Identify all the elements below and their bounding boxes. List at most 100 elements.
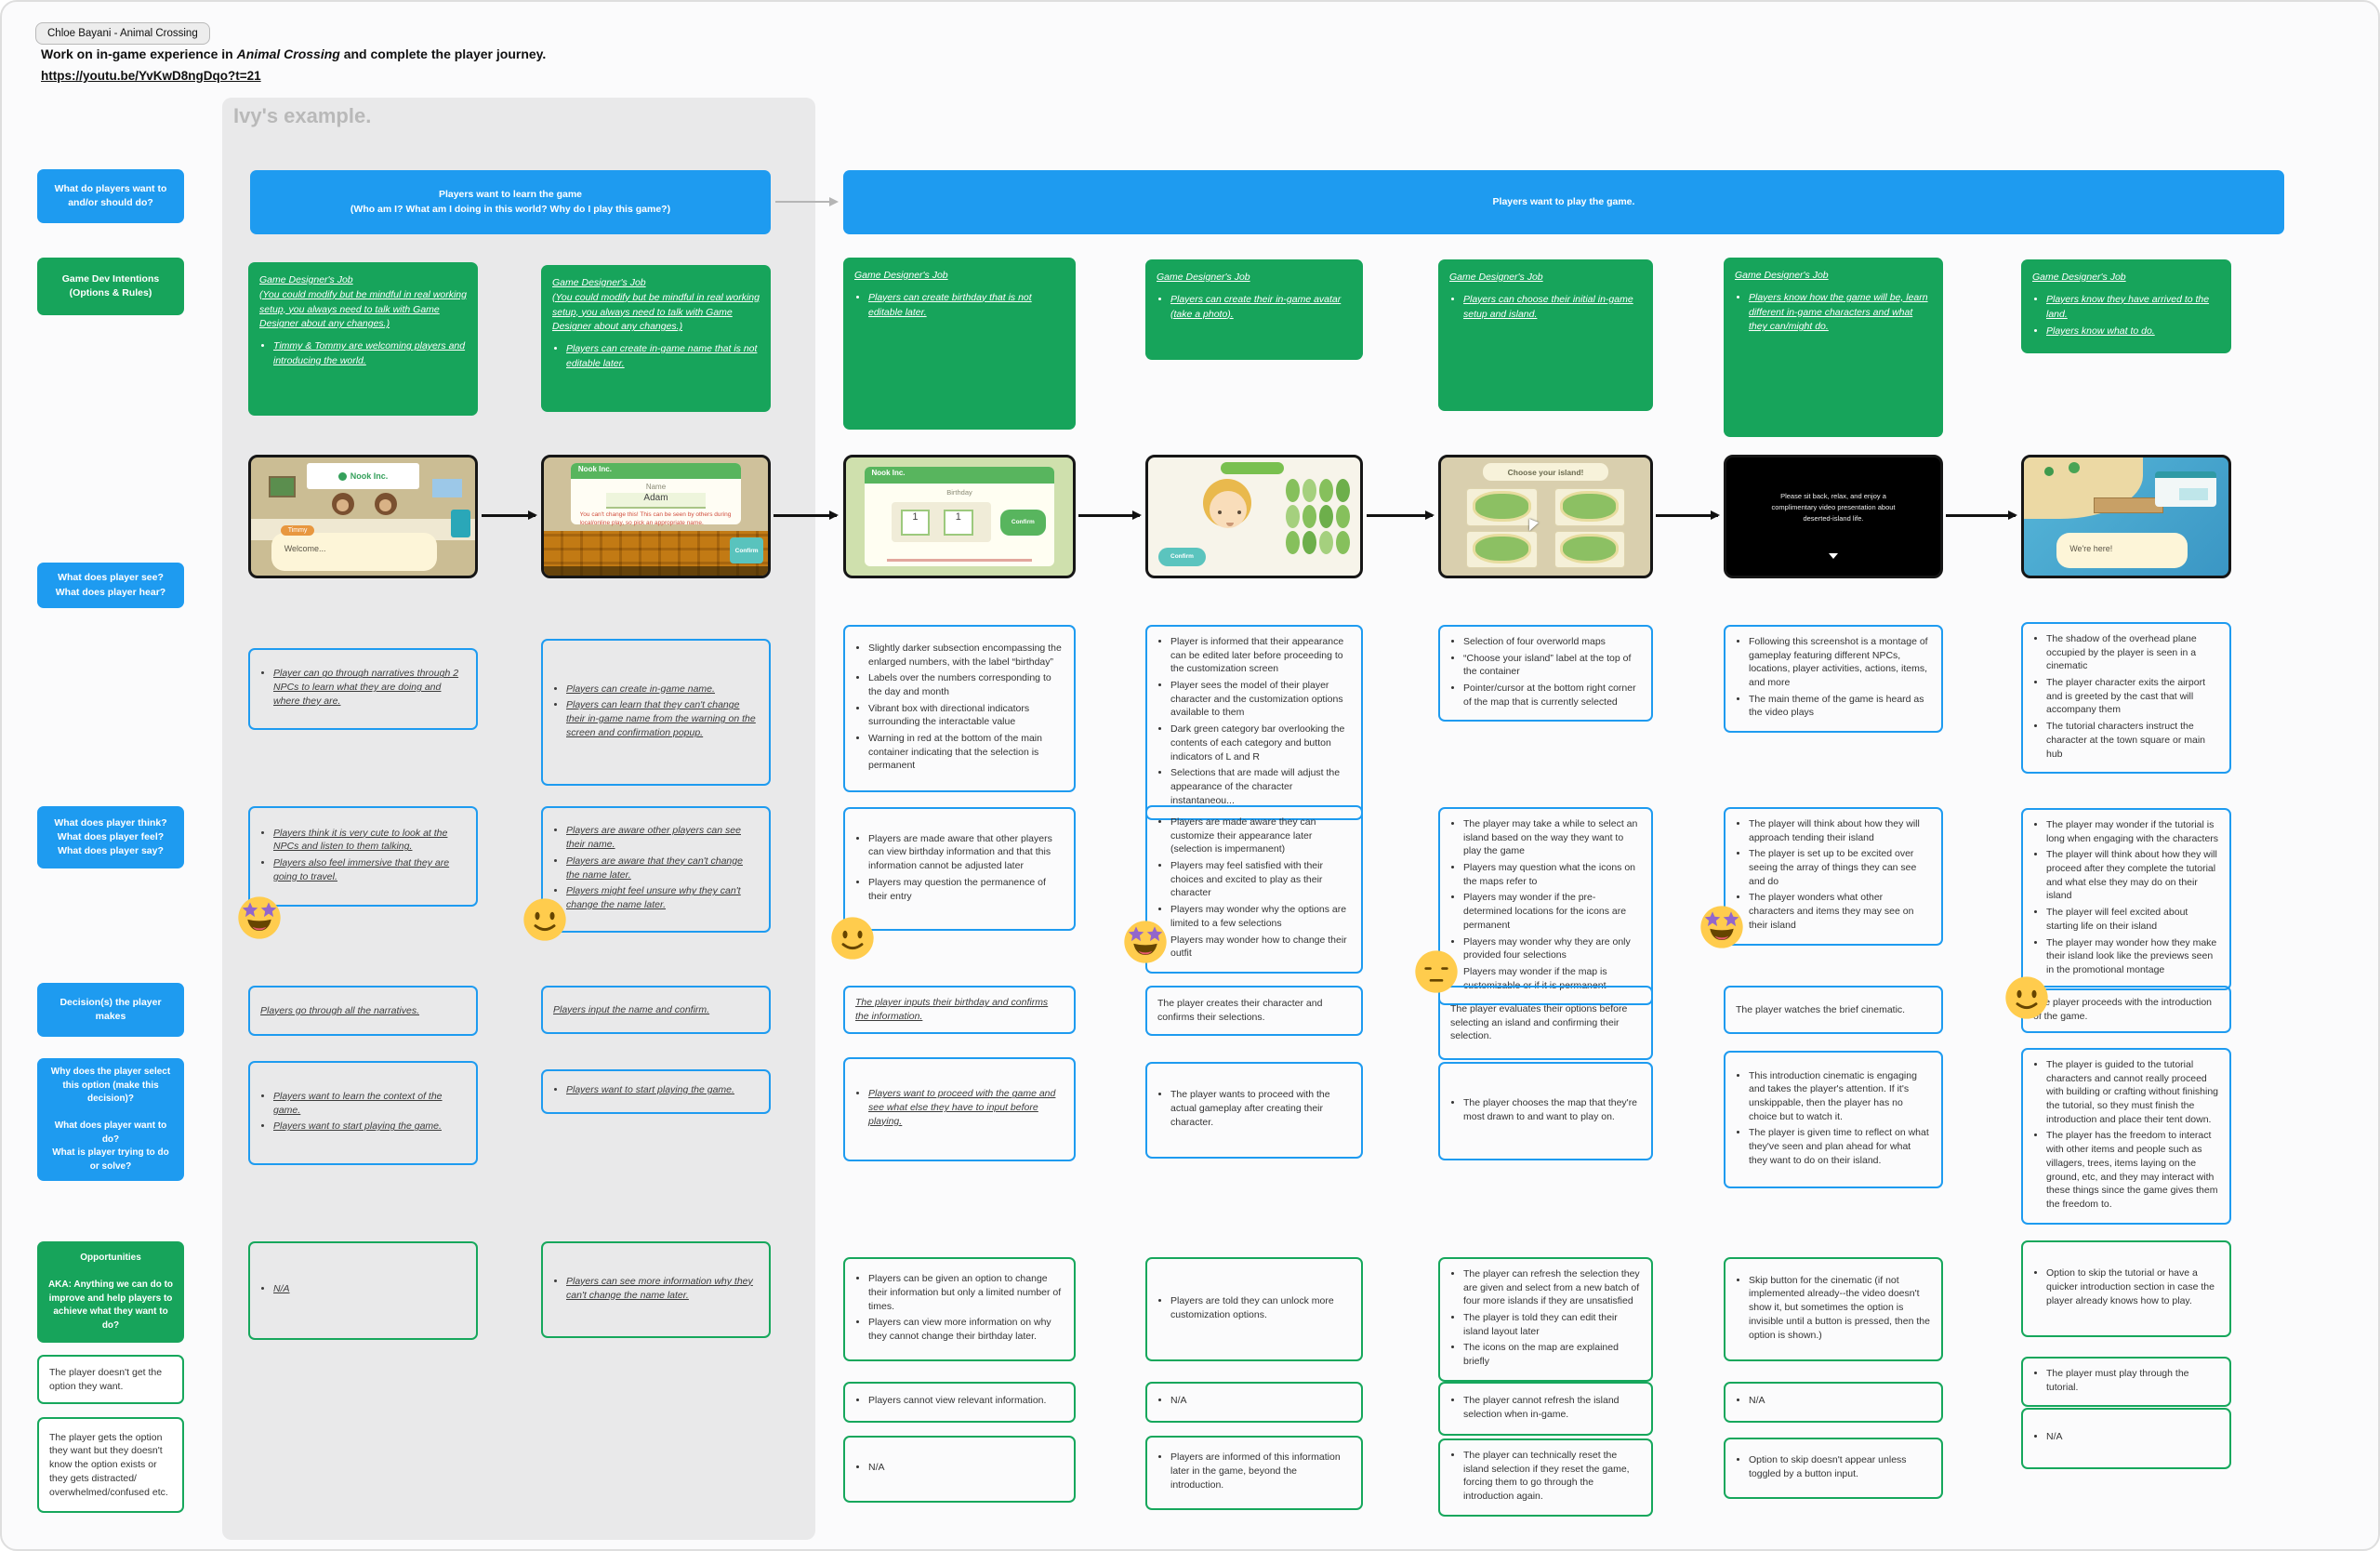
option-swatch-grid[interactable]	[1286, 479, 1349, 554]
confirm-key[interactable]: Confirm	[730, 537, 763, 563]
screenshot-cinematic[interactable]: Please sit back, relax, and enjoy a comp…	[1724, 455, 1943, 578]
designer-job-note[interactable]: Game Designer's Job Players can create t…	[1145, 259, 1363, 360]
speaker-name-tag: Timmy	[281, 525, 315, 536]
see-hear-note[interactable]: The shadow of the overhead plane occupie…	[2021, 622, 2231, 774]
think-feel-note[interactable]: The player will think about how they wil…	[1724, 807, 1943, 946]
label-distracted[interactable]: The player gets the option they want but…	[37, 1417, 184, 1513]
opportunities-note[interactable]: Players can see more information why the…	[541, 1241, 771, 1338]
slight-smile-emoji[interactable]	[830, 916, 875, 961]
think-feel-note[interactable]: Players are made aware that other player…	[843, 807, 1076, 931]
nook-header-band: Nook Inc.	[571, 463, 741, 479]
screenshot-name-entry[interactable]: Nook Inc. Name Adam You can't change thi…	[541, 455, 771, 578]
label-opportunities[interactable]: Opportunities AKA: Anything we can do to…	[37, 1241, 184, 1343]
decision-note[interactable]: The player inputs their birthday and con…	[843, 986, 1076, 1034]
label-decisions[interactable]: Decision(s) the player makes	[37, 983, 184, 1037]
see-hear-note[interactable]: Player is informed that their appearance…	[1145, 625, 1363, 820]
month-value-tile[interactable]: 1	[901, 510, 931, 536]
opportunities-note[interactable]: Skip button for the cinematic (if not im…	[1724, 1257, 1943, 1361]
think-feel-note[interactable]: Players are aware other players can see …	[541, 806, 771, 933]
decision-note[interactable]: The player creates their character and c…	[1145, 986, 1363, 1036]
no-option-note[interactable]: Players cannot view relevant information…	[843, 1382, 1076, 1423]
designer-job-heading: Game Designer's Job	[1157, 271, 1352, 285]
opportunities-note[interactable]: The player can refresh the selection the…	[1438, 1257, 1653, 1382]
timmy-character	[332, 493, 354, 515]
name-input[interactable]: Adam	[606, 493, 705, 509]
why-note[interactable]: The player wants to proceed with the act…	[1145, 1062, 1363, 1159]
why-note[interactable]: The player chooses the map that they're …	[1438, 1062, 1653, 1160]
distracted-note[interactable]: Option to skip doesn't appear unless tog…	[1724, 1438, 1943, 1499]
distracted-note[interactable]: N/A	[843, 1436, 1076, 1503]
see-hear-note[interactable]: Player can go through narratives through…	[248, 648, 478, 730]
no-option-note[interactable]: The player cannot refresh the island sel…	[1438, 1382, 1653, 1436]
designer-job-note[interactable]: Game Designer's Job (You could modify bu…	[541, 265, 771, 412]
why-note[interactable]: Players want to learn the context of the…	[248, 1061, 478, 1165]
see-hear-note[interactable]: Following this screenshot is a montage o…	[1724, 625, 1943, 733]
no-option-note[interactable]: N/A	[1145, 1382, 1363, 1423]
expressionless-emoji[interactable]	[1414, 949, 1459, 994]
screenshot-nook-reception[interactable]: Nook Inc. Timmy Welcome...	[248, 455, 478, 578]
wooden-dock	[2094, 497, 2163, 513]
think-feel-note[interactable]: Players think it is very cute to look at…	[248, 806, 478, 907]
slight-smile-emoji[interactable]	[2004, 975, 2049, 1020]
screenshot-island-arrival[interactable]: We're here!	[2021, 455, 2231, 578]
cinematic-text: Please sit back, relax, and enjoy a comp…	[1759, 491, 1909, 524]
slight-smile-emoji[interactable]	[522, 897, 567, 942]
label-player-see-hear[interactable]: What does player see? What does player h…	[37, 563, 184, 608]
why-note[interactable]: Players want to start playing the game.	[541, 1069, 771, 1114]
think-feel-note[interactable]: Players are made aware they can customiz…	[1145, 805, 1363, 974]
opportunities-note[interactable]: Option to skip the tutorial or have a qu…	[2021, 1240, 2231, 1337]
designer-job-note[interactable]: Game Designer's Job Players can create b…	[843, 258, 1076, 430]
file-tab[interactable]: Chloe Bayani - Animal Crossing	[35, 22, 210, 45]
island-map-2[interactable]	[1554, 488, 1626, 526]
why-note[interactable]: Players want to proceed with the game an…	[843, 1057, 1076, 1161]
day-value-tile[interactable]: 1	[944, 510, 973, 536]
no-option-note[interactable]: The player must play through the tutoria…	[2021, 1357, 2231, 1407]
no-option-note[interactable]: N/A	[1724, 1382, 1943, 1423]
distracted-note[interactable]: Players are informed of this information…	[1145, 1436, 1363, 1510]
designer-job-note[interactable]: Game Designer's Job Players can choose t…	[1438, 259, 1653, 411]
poster-decor	[432, 479, 461, 497]
why-note[interactable]: This introduction cinematic is engaging …	[1724, 1051, 1943, 1188]
label-player-think-feel[interactable]: What does player think? What does player…	[37, 806, 184, 868]
island-map-3[interactable]	[1466, 531, 1538, 569]
island-map-1[interactable]	[1466, 488, 1538, 526]
see-hear-note[interactable]: Slightly darker subsection encompassing …	[843, 625, 1076, 792]
star-struck-emoji[interactable]	[1123, 920, 1168, 964]
label-why-select[interactable]: Why does the player select this option (…	[37, 1058, 184, 1181]
category-tag	[1221, 462, 1284, 474]
airport-window	[2179, 488, 2208, 500]
see-hear-note[interactable]: Players can create in-game name.Players …	[541, 639, 771, 786]
youtube-link[interactable]: https://youtu.be/YvKwD8ngDqo?t=21	[41, 69, 261, 83]
label-players-want[interactable]: What do players want to and/or should do…	[37, 169, 184, 223]
designer-job-note[interactable]: Game Designer's Job (You could modify bu…	[248, 262, 478, 416]
decision-note[interactable]: Players input the name and confirm.	[541, 986, 771, 1034]
designer-job-bullets: Players can create in-game name that is …	[552, 342, 760, 372]
confirm-button[interactable]: Confirm	[1158, 548, 1205, 566]
decision-note[interactable]: Players go through all the narratives.	[248, 986, 478, 1036]
dialog-text: We're here!	[2069, 544, 2112, 553]
screenshot-character-creator[interactable]: Confirm	[1145, 455, 1363, 578]
decision-note[interactable]: The player watches the brief cinematic.	[1724, 986, 1943, 1034]
screenshot-island-select[interactable]: Choose your island!	[1438, 455, 1653, 578]
designer-job-note[interactable]: Game Designer's Job Players know they ha…	[2021, 259, 2231, 353]
star-struck-emoji[interactable]	[237, 895, 282, 940]
label-no-option[interactable]: The player doesn't get the option they w…	[37, 1355, 184, 1404]
label-dev-intentions[interactable]: Game Dev Intentions (Options & Rules)	[37, 258, 184, 315]
decision-note[interactable]: The player proceeds with the introductio…	[2021, 986, 2231, 1033]
confirm-button[interactable]: Confirm	[1000, 510, 1046, 536]
designer-job-note[interactable]: Game Designer's Job Players know how the…	[1724, 258, 1943, 437]
opportunities-note[interactable]: N/A	[248, 1241, 478, 1340]
think-feel-note[interactable]: The player may take a while to select an…	[1438, 807, 1653, 1005]
star-struck-emoji[interactable]	[1699, 905, 1744, 949]
opportunities-note[interactable]: Players can be given an option to change…	[843, 1257, 1076, 1361]
shot-arrow-3	[1078, 514, 1140, 517]
island-map-4[interactable]	[1554, 531, 1626, 569]
see-hear-note[interactable]: Selection of four overworld maps“Choose …	[1438, 625, 1653, 722]
opportunities-note[interactable]: Players are told they can unlock more cu…	[1145, 1257, 1363, 1361]
decision-note[interactable]: The player evaluates their options befor…	[1438, 986, 1653, 1060]
why-note[interactable]: The player is guided to the tutorial cha…	[2021, 1048, 2231, 1225]
distracted-note[interactable]: The player can technically reset the isl…	[1438, 1438, 1653, 1517]
screenshot-birthday-entry[interactable]: Nook Inc. Birthday 1 1 Confirm	[843, 455, 1076, 578]
think-feel-note[interactable]: The player may wonder if the tutorial is…	[2021, 808, 2231, 990]
distracted-note[interactable]: N/A	[2021, 1408, 2231, 1469]
